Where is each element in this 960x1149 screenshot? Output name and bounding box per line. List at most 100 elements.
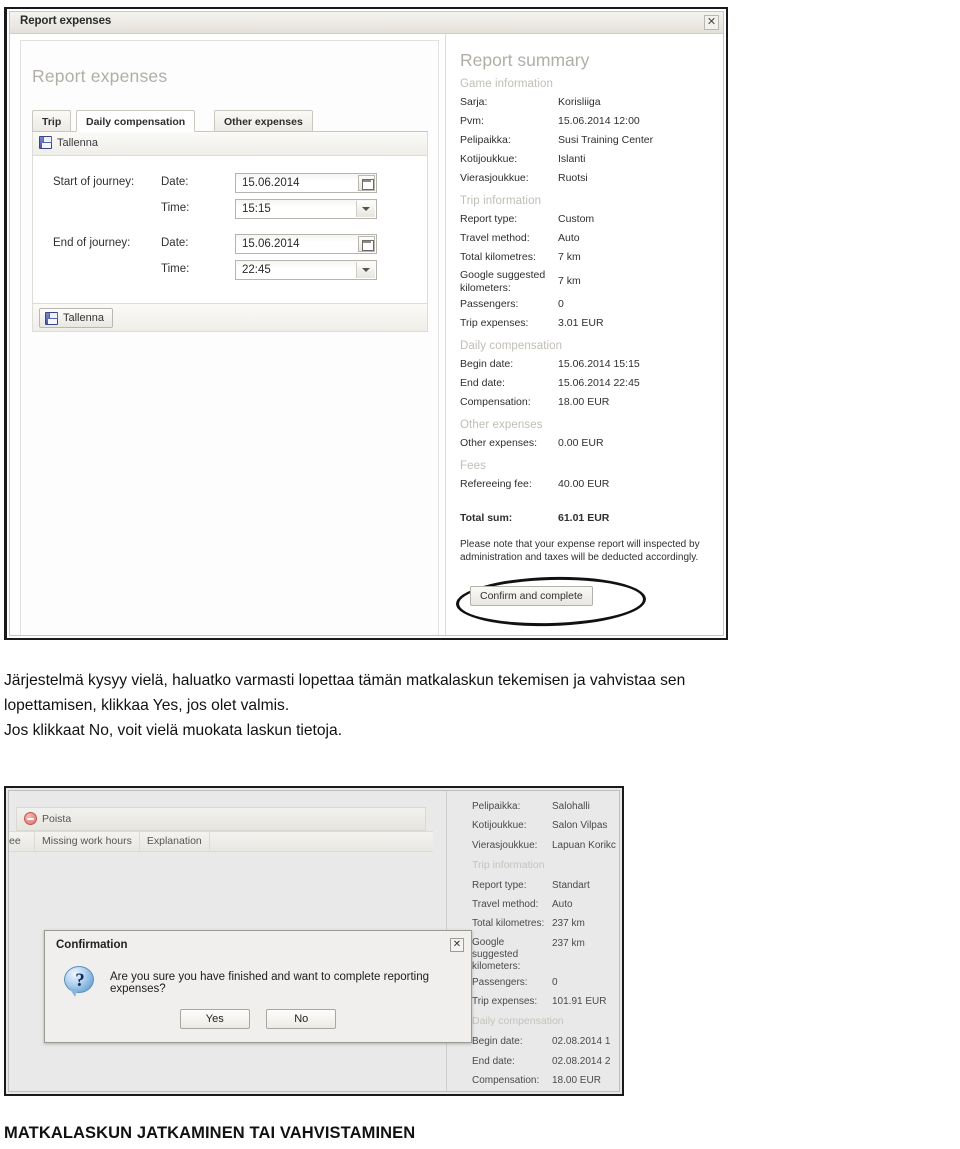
- summary-row: End date: 02.08.2014 2: [472, 1052, 619, 1071]
- calendar-icon[interactable]: [358, 236, 375, 252]
- delete-button-label: Poista: [42, 812, 72, 825]
- summary-value: Korisliiga: [558, 96, 601, 108]
- calendar-icon[interactable]: [358, 175, 375, 191]
- summary-key: Trip expenses:: [472, 996, 538, 1008]
- summary-value: 15.06.2014 12:00: [558, 115, 640, 127]
- yes-button[interactable]: Yes: [179, 1009, 250, 1029]
- section-game-information: Game information: [460, 78, 553, 90]
- summary-key: Vierasjoukkue:: [472, 839, 538, 851]
- summary-value: Salohalli: [552, 801, 590, 812]
- summary-value: Auto: [558, 232, 580, 244]
- page-title: Report expenses: [32, 66, 168, 86]
- summary-row: Total kilometres: 237 km: [472, 914, 619, 933]
- summary-row: Passengers: 0: [460, 295, 715, 314]
- summary-key: Passengers:: [472, 976, 528, 988]
- delete-button[interactable]: Poista: [24, 812, 71, 825]
- summary-key: Pelipaikka:: [472, 801, 521, 812]
- summary-value: 7 km: [558, 274, 581, 287]
- summary-row: Travel method: Auto: [460, 229, 715, 248]
- end-date-value: 15.06.2014: [242, 238, 300, 250]
- caption-line-2: lopettamisen, klikkaa Yes, jos olet valm…: [4, 697, 290, 714]
- section-heading: MATKALASKUN JATKAMINEN TAI VAHVISTAMINEN: [4, 1124, 416, 1142]
- close-icon[interactable]: ✕: [704, 15, 719, 30]
- end-time-field-row: 22:45: [235, 260, 377, 280]
- summary-key: Travel method:: [460, 232, 530, 244]
- question-icon: ?: [64, 966, 96, 998]
- save-button-top[interactable]: Tallenna: [39, 136, 98, 149]
- summary-value: Ruotsi: [558, 172, 588, 184]
- summary-value: Standart: [552, 879, 590, 891]
- summary-row: Compensation: 18.00 EUR: [460, 393, 715, 412]
- section-trip-information: Trip information: [460, 195, 542, 207]
- end-time-select[interactable]: 22:45: [235, 260, 377, 280]
- summary-value: 237 km: [552, 937, 585, 949]
- window-title: Report expenses: [20, 15, 112, 27]
- dialog-title: Confirmation: [56, 939, 128, 951]
- end-date-field-row: 15.06.2014: [235, 234, 377, 254]
- total-sum-value: 61.01 EUR: [558, 512, 610, 524]
- tab-other-expenses[interactable]: Other expenses: [214, 110, 313, 132]
- dialog-buttons: Yes No: [45, 1009, 471, 1029]
- summary-row: Vierasjoukkue: Ruotsi: [460, 169, 715, 188]
- start-time-select[interactable]: 15:15: [235, 199, 377, 219]
- summary-row: Passengers: 0: [472, 973, 619, 992]
- summary-row: Pelipaikka: Salohalli: [472, 797, 619, 816]
- summary-key: End date:: [460, 377, 505, 389]
- summary-row: Google suggested kilometers: 7 km: [460, 267, 715, 295]
- start-time-field-row: 15:15: [235, 199, 377, 219]
- bottom-toolbar: Tallenna: [32, 304, 428, 332]
- summary-key: Vierasjoukkue:: [460, 172, 529, 184]
- save-button-bottom-label: Tallenna: [63, 312, 104, 324]
- end-date-input[interactable]: 15.06.2014: [235, 234, 377, 254]
- summary-value: 7 km: [558, 251, 581, 263]
- summary-key: Total kilometres:: [460, 251, 536, 263]
- tab-strip: Trip Daily compensation Other expenses: [32, 110, 428, 132]
- column-header-ee[interactable]: ee: [9, 831, 35, 852]
- summary-value: Lapuan Korikc: [552, 839, 616, 851]
- summary-row: Vierasjoukkue: Lapuan Korikc: [472, 836, 619, 855]
- confirm-and-complete-button[interactable]: Confirm and complete: [470, 586, 593, 606]
- summary-note: Please note that your expense report wil…: [460, 539, 700, 563]
- summary-key: Other expenses:: [460, 437, 538, 449]
- summary-value: Susi Training Center: [558, 134, 654, 146]
- start-date-label: Date:: [161, 176, 189, 188]
- end-of-journey-label-row: End of journey:: [53, 237, 130, 249]
- summary-value: 15.06.2014 22:45: [558, 377, 640, 389]
- column-header-missing-work-hours[interactable]: Missing work hours: [35, 831, 140, 852]
- confirmation-dialog: Confirmation ✕ ? Are you sure you have f…: [44, 930, 472, 1043]
- chevron-down-icon[interactable]: [356, 262, 375, 278]
- start-date-input[interactable]: 15.06.2014: [235, 173, 377, 193]
- start-time-label-row: Time:: [161, 202, 189, 214]
- total-sum-label: Total sum:: [460, 512, 513, 524]
- report-summary-pane: Report summary Game information Sarja: K…: [446, 34, 723, 635]
- confirm-area: Confirm and complete: [455, 574, 715, 629]
- summary-row: Other expenses: 0.00 EUR: [460, 434, 715, 453]
- summary-row: Report type: Custom: [460, 210, 715, 229]
- section-fees: Fees: [460, 460, 486, 472]
- summary-value: 18.00 EUR: [552, 1074, 601, 1086]
- column-header-explanation[interactable]: Explanation: [140, 831, 210, 852]
- app-window: Report expenses ✕ Report expenses Trip D…: [9, 11, 724, 636]
- tab-trip[interactable]: Trip: [32, 110, 72, 132]
- save-button-top-label: Tallenna: [57, 136, 98, 149]
- start-time-value: 15:15: [242, 203, 271, 215]
- summary-row: Refereeing fee: 40.00 EUR: [460, 475, 715, 494]
- summary-row: Pvm: 15.06.2014 12:00: [460, 112, 715, 131]
- end-date-label-row: Date:: [161, 237, 189, 249]
- summary-row: Begin date: 15.06.2014 15:15: [460, 355, 715, 374]
- summary-row: Report type: Standart: [472, 876, 619, 895]
- question-icon-glyph: ?: [75, 970, 85, 991]
- tab-daily-compensation[interactable]: Daily compensation: [76, 110, 196, 132]
- summary-value: Salon Vilpas: [552, 820, 608, 832]
- save-button-bottom[interactable]: Tallenna: [39, 308, 113, 328]
- summary-key: Refereeing fee:: [460, 478, 532, 490]
- start-date-field-row: 15.06.2014: [235, 173, 377, 193]
- chevron-down-icon[interactable]: [356, 201, 375, 217]
- close-icon[interactable]: ✕: [450, 938, 464, 952]
- summary-value: 15.06.2014 15:15: [558, 358, 640, 370]
- start-time-label: Time:: [161, 202, 190, 214]
- summary-value: Auto: [552, 899, 573, 911]
- summary-key: Compensation:: [460, 396, 531, 408]
- no-button[interactable]: No: [266, 1009, 337, 1029]
- end-time-value: 22:45: [242, 264, 271, 276]
